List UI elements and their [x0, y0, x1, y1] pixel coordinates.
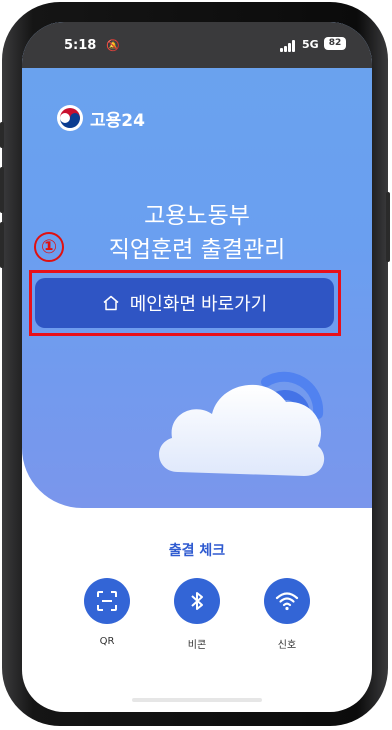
brand-name: 고용24: [90, 110, 145, 131]
go-to-main-button[interactable]: 메인화면 바로가기: [35, 278, 334, 328]
attendance-heading: 출결 체크: [168, 543, 226, 559]
phone-frame: 5:18 🔕 5G 82 고용24 고용노동부 직업훈련 출결관리 ① 메인화면: [0, 2, 390, 726]
beacon-checkin-button[interactable]: 비콘: [167, 578, 227, 651]
silent-bell-icon: 🔕: [106, 39, 120, 52]
go-to-main-label: 메인화면 바로가기: [129, 294, 268, 314]
status-time: 5:18: [64, 38, 97, 53]
qr-scan-icon: [97, 591, 117, 611]
silent-switch: [0, 122, 4, 148]
home-indicator: [132, 698, 262, 702]
network-type: 5G: [302, 38, 319, 51]
qr-label: QR: [99, 636, 115, 647]
cloud-illustration-icon: [159, 371, 325, 476]
status-bar: 5:18 🔕 5G 82: [22, 22, 372, 68]
home-icon: [103, 295, 119, 311]
annotation-marker: ①: [34, 232, 64, 262]
taegeuk-logo-icon: [57, 105, 83, 131]
title-service: 직업훈련 출결관리: [108, 237, 286, 263]
bluetooth-icon: [191, 592, 203, 610]
signal-label: 신호: [277, 640, 297, 651]
app-screen: 5:18 🔕 5G 82 고용24 고용노동부 직업훈련 출결관리 ① 메인화면: [22, 22, 372, 712]
qr-button-circle: [84, 578, 130, 624]
signal-checkin-button[interactable]: 신호: [257, 578, 317, 651]
beacon-label: 비콘: [187, 640, 207, 651]
volume-down-button: [0, 222, 4, 268]
title-ministry: 고용노동부: [144, 203, 250, 229]
wifi-icon: [275, 592, 299, 611]
brand-logo: 고용24: [56, 104, 145, 132]
volume-up-button: [0, 167, 4, 213]
qr-checkin-button[interactable]: QR: [77, 578, 137, 647]
beacon-button-circle: [174, 578, 220, 624]
signal-icon: [280, 40, 295, 52]
battery-indicator: 82: [324, 37, 346, 50]
power-button: [386, 192, 390, 262]
signal-button-circle: [264, 578, 310, 624]
